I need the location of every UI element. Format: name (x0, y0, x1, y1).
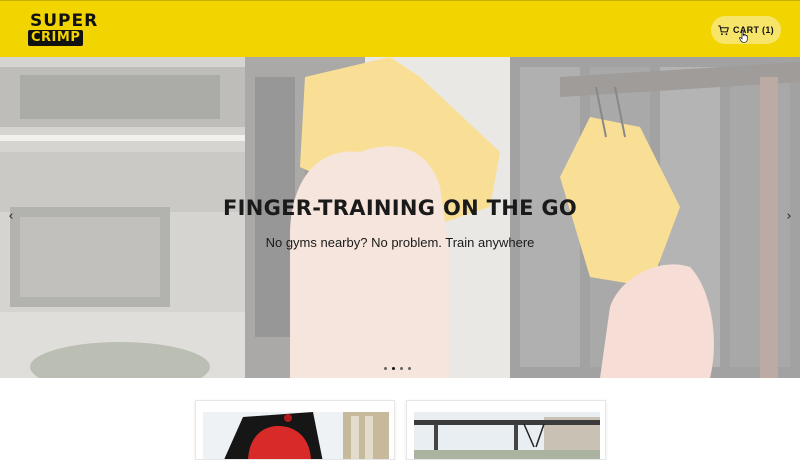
hero-subtitle: No gyms nearby? No problem. Train anywhe… (265, 235, 535, 250)
product-card[interactable] (195, 400, 395, 460)
logo-line2: CRIMP (28, 30, 84, 46)
carousel-dots (384, 367, 411, 370)
hero-title: FINGER-TRAINING ON THE GO (222, 196, 578, 220)
logo-line1: SUPER (30, 11, 99, 31)
carousel-dot[interactable] (400, 367, 403, 370)
cart-icon (718, 24, 729, 35)
product-image-outdoor (414, 412, 600, 459)
product-card[interactable] (406, 400, 606, 460)
chevron-left-icon[interactable]: ‹ (4, 209, 18, 225)
product-grid (0, 378, 800, 460)
carousel-dot[interactable] (384, 367, 387, 370)
carousel-dot[interactable] (408, 367, 411, 370)
product-image-red (203, 412, 389, 459)
brand-logo[interactable]: SUPER CRIMP (28, 12, 100, 48)
carousel-dot-active[interactable] (392, 367, 395, 370)
chevron-right-icon[interactable]: › (782, 209, 796, 225)
hand-cursor-icon (739, 30, 748, 43)
hero-carousel: FINGER-TRAINING ON THE GO No gyms nearby… (0, 57, 800, 378)
site-header: SUPER CRIMP CART (1) (0, 0, 800, 57)
